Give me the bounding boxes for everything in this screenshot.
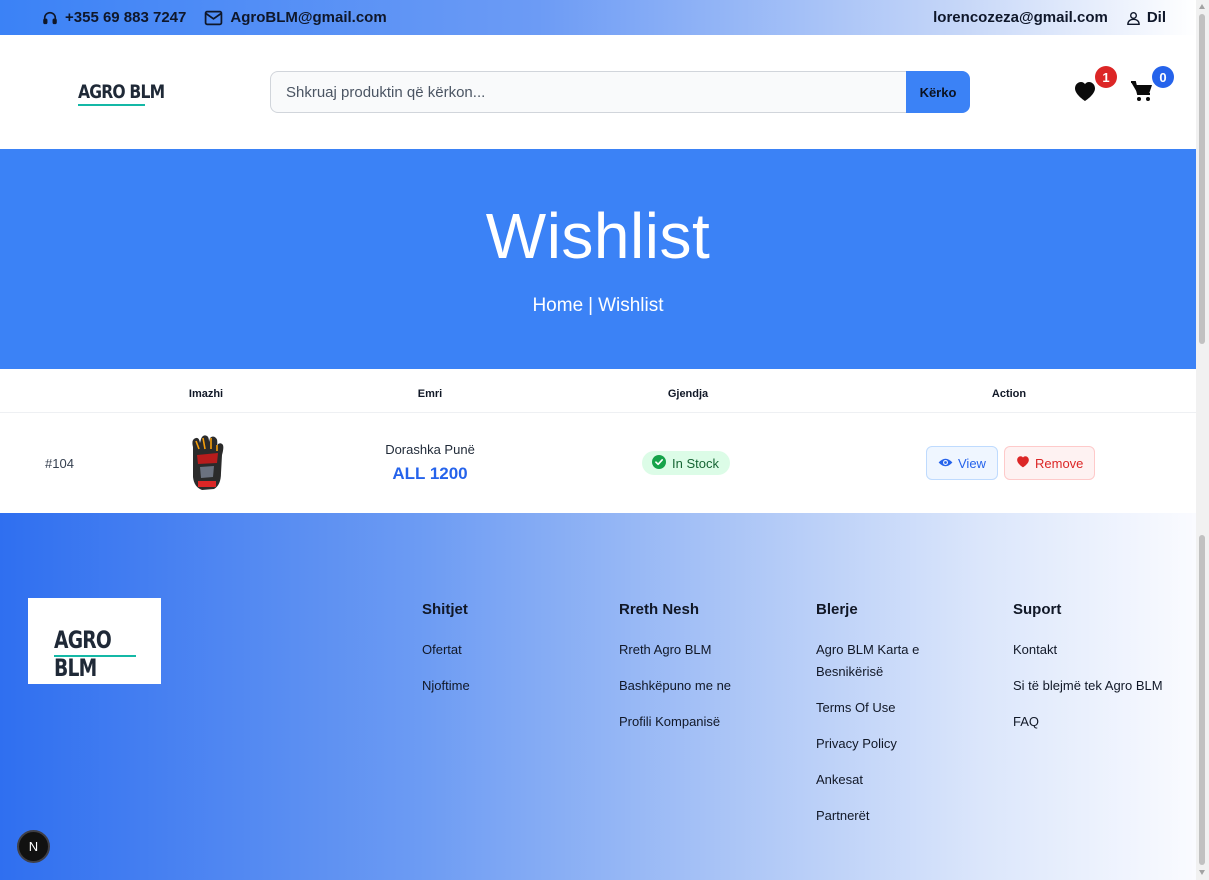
view-label: View: [958, 455, 986, 471]
account-group: lorencozeza@gmail.com Dil: [933, 9, 1166, 26]
table-row: #104 Dorashka Punë ALL 1200 In Stock Vie…: [0, 413, 1196, 513]
email-link[interactable]: AgroBLM@gmail.com: [204, 9, 387, 26]
dev-tools-badge[interactable]: N: [17, 830, 50, 863]
search-bar: Kërko: [270, 71, 970, 113]
footer-link-ankesat[interactable]: Ankesat: [816, 769, 966, 791]
footer-column-rreth-nesh: Rreth Nesh Rreth Agro BLM Bashkëpuno me …: [619, 601, 794, 747]
user-email[interactable]: lorencozeza@gmail.com: [933, 9, 1108, 26]
scrollbar-thumb-lower[interactable]: [1199, 535, 1205, 865]
footer-link-faq[interactable]: FAQ: [1013, 711, 1188, 733]
headphones-icon: [42, 10, 58, 26]
wishlist-button[interactable]: 1: [1073, 66, 1117, 106]
page-title: Wishlist: [485, 200, 711, 272]
product-name[interactable]: Dorashka Punë: [385, 442, 475, 457]
user-icon: [1126, 10, 1141, 26]
breadcrumb-separator: |: [588, 295, 594, 316]
check-circle-icon: [652, 454, 666, 472]
scroll-down-arrow-icon[interactable]: [1199, 870, 1205, 875]
footer-link-privacy[interactable]: Privacy Policy: [816, 733, 966, 755]
footer-column-title: Suport: [1013, 601, 1062, 618]
footer-logo-underline: [54, 655, 136, 657]
footer-logo-text: AGRO BLM: [54, 626, 112, 682]
top-bar: +355 69 883 7247 AgroBLM@gmail.com loren…: [0, 0, 1196, 35]
cart-count-badge: 0: [1152, 66, 1174, 88]
footer-link-ofertat[interactable]: Ofertat: [422, 639, 597, 661]
footer-column-blerje: Blerje Agro BLM Karta e Besnikërisë Term…: [816, 601, 966, 841]
wishlist-table: Imazhi Emri Gjendja Action #104 Dorashka…: [0, 369, 1196, 513]
phone-link[interactable]: +355 69 883 7247: [42, 9, 186, 26]
site-footer: AGRO BLM Shitjet Ofertat Njoftime Rreth …: [0, 513, 1196, 880]
footer-link-karta-besnikerise[interactable]: Agro BLM Karta e Besnikërisë: [816, 639, 966, 683]
footer-column-title: Rreth Nesh: [619, 601, 700, 618]
footer-link-rreth-agro-blm[interactable]: Rreth Agro BLM: [619, 639, 794, 661]
page-hero: Wishlist Home | Wishlist: [0, 149, 1196, 369]
product-id: #104: [45, 456, 74, 471]
breadcrumb-current: Wishlist: [598, 295, 664, 316]
footer-link-si-te-blejme[interactable]: Si të blejmë tek Agro BLM: [1013, 675, 1188, 697]
search-button[interactable]: Kërko: [906, 71, 970, 113]
product-image-glove[interactable]: [184, 433, 228, 493]
heart-icon: [1073, 82, 1097, 106]
page-scrollbar[interactable]: [1196, 0, 1209, 880]
site-logo[interactable]: AGRO BLM: [78, 81, 165, 103]
scrollbar-thumb[interactable]: [1199, 14, 1205, 344]
logout-label: Dil: [1146, 9, 1166, 26]
column-header-name: Emri: [417, 388, 443, 400]
mail-icon: [204, 10, 223, 26]
contact-group: +355 69 883 7247 AgroBLM@gmail.com: [42, 9, 387, 26]
breadcrumb: Home | Wishlist: [0, 295, 1196, 317]
remove-label: Remove: [1035, 455, 1084, 471]
site-header: AGRO BLM Kërko 1 0: [0, 35, 1196, 149]
breadcrumb-home[interactable]: Home: [532, 295, 583, 317]
search-input[interactable]: [270, 71, 906, 113]
footer-column-title: Shitjet: [422, 601, 468, 618]
footer-column-shitjet: Shitjet Ofertat Njoftime: [422, 601, 597, 711]
phone-number: +355 69 883 7247: [65, 9, 187, 26]
wishlist-count-badge: 1: [1095, 66, 1117, 88]
footer-link-partneret[interactable]: Partnerët: [816, 805, 966, 827]
footer-link-kontakt[interactable]: Kontakt: [1013, 639, 1188, 661]
status-text: In Stock: [672, 455, 719, 471]
column-header-status: Gjendja: [667, 388, 709, 400]
view-button[interactable]: View: [926, 446, 998, 480]
table-header: Imazhi Emri Gjendja Action: [0, 369, 1196, 413]
cart-icon: [1130, 81, 1154, 106]
footer-logo[interactable]: AGRO BLM: [28, 598, 161, 684]
heart-icon: [1016, 455, 1030, 471]
logo-underline: [78, 104, 145, 106]
footer-column-suport: Suport Kontakt Si të blejmë tek Agro BLM…: [1013, 601, 1188, 747]
product-price: ALL 1200: [392, 464, 468, 483]
footer-link-profili[interactable]: Profili Kompanisë: [619, 711, 794, 733]
column-header-action: Action: [991, 388, 1027, 400]
footer-link-terms[interactable]: Terms Of Use: [816, 697, 966, 719]
remove-button[interactable]: Remove: [1004, 446, 1096, 480]
logout-button[interactable]: Dil: [1126, 9, 1166, 26]
eye-icon: [938, 456, 953, 471]
status-badge: In Stock: [642, 451, 730, 475]
footer-link-njoftime[interactable]: Njoftime: [422, 675, 597, 697]
column-header-image: Imazhi: [188, 388, 224, 400]
email-address: AgroBLM@gmail.com: [230, 9, 387, 26]
footer-link-bashkepuno[interactable]: Bashkëpuno me ne: [619, 675, 794, 697]
footer-column-title: Blerje: [816, 601, 858, 618]
cart-button[interactable]: 0: [1130, 66, 1174, 106]
scroll-up-arrow-icon[interactable]: [1199, 4, 1205, 9]
